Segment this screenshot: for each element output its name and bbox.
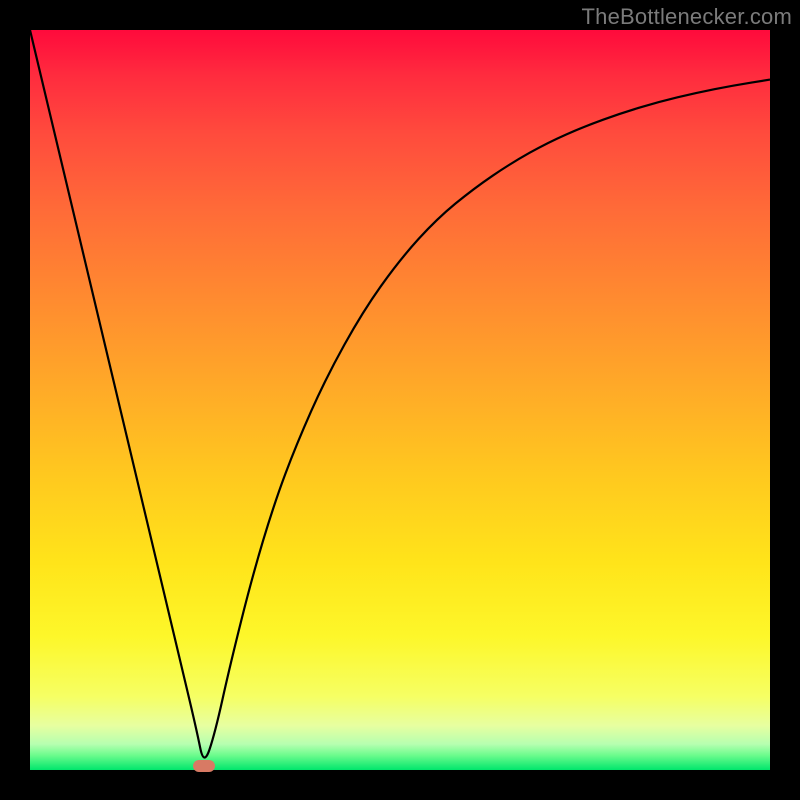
watermark-text: TheBottlenecker.com	[582, 4, 792, 30]
plot-area	[30, 30, 770, 770]
minimum-marker	[193, 760, 215, 772]
bottleneck-curve	[30, 30, 770, 770]
curve-path	[30, 30, 770, 758]
chart-frame: TheBottlenecker.com	[0, 0, 800, 800]
